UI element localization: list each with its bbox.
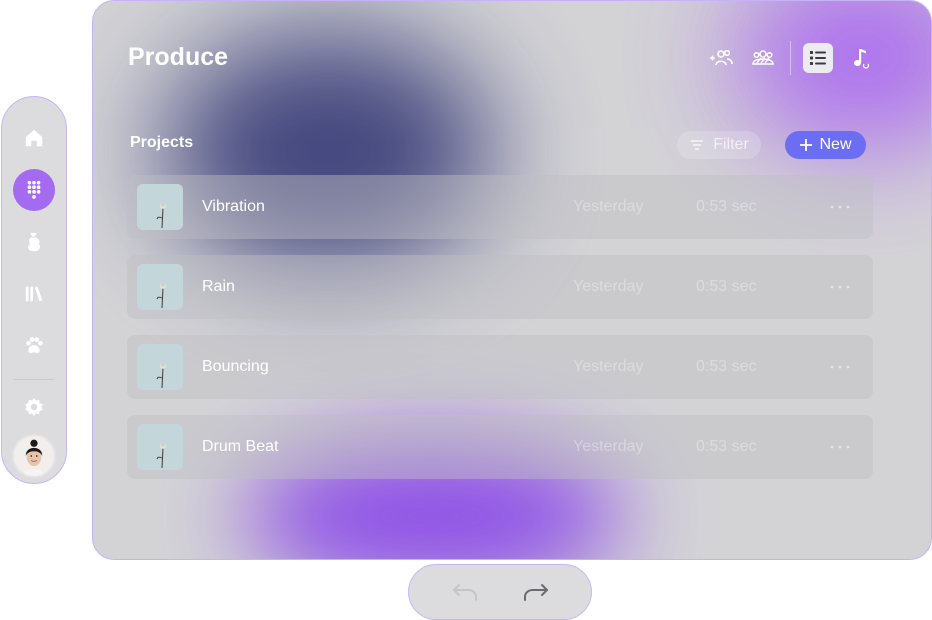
page-title: Produce (128, 43, 229, 71)
filter-label: Filter (713, 136, 749, 153)
music-note-icon[interactable] (845, 43, 875, 73)
project-row[interactable]: Rain Yesterday 0:53 sec (127, 255, 873, 319)
music-bag-icon[interactable] (13, 221, 55, 263)
project-duration: 0:53 sec (696, 198, 757, 215)
bottom-nav (408, 564, 592, 620)
filter-button[interactable]: Filter (677, 131, 761, 159)
project-duration: 0:53 sec (696, 438, 757, 455)
project-date: Yesterday (573, 278, 644, 295)
project-date: Yesterday (573, 438, 644, 455)
section-title: Projects (130, 134, 194, 151)
project-title: Bouncing (202, 358, 269, 375)
project-date: Yesterday (573, 358, 644, 375)
list-view-icon[interactable] (803, 43, 833, 73)
project-row[interactable]: Drum Beat Yesterday 0:53 sec (127, 415, 873, 479)
group-icon[interactable] (748, 43, 778, 73)
avatar[interactable] (12, 434, 56, 478)
undo-icon[interactable] (447, 574, 483, 610)
project-title: Vibration (202, 198, 265, 215)
main-panel: Produce Projects Filter New Vibration Ye… (92, 0, 932, 560)
rail-divider (14, 379, 54, 380)
project-thumbnail (137, 264, 183, 310)
project-thumbnail (137, 344, 183, 390)
project-list: Vibration Yesterday 0:53 sec Rain Yester… (127, 175, 873, 495)
project-row[interactable]: Vibration Yesterday 0:53 sec (127, 175, 873, 239)
more-options-icon[interactable] (827, 357, 853, 377)
home-icon[interactable] (13, 117, 55, 159)
gear-icon[interactable] (13, 386, 55, 428)
project-thumbnail (137, 424, 183, 470)
project-row[interactable]: Bouncing Yesterday 0:53 sec (127, 335, 873, 399)
project-duration: 0:53 sec (696, 358, 757, 375)
redo-icon[interactable] (518, 574, 554, 610)
more-options-icon[interactable] (827, 437, 853, 457)
left-rail (1, 96, 67, 484)
toolbar (706, 41, 875, 75)
new-project-button[interactable]: New (785, 131, 866, 159)
plus-icon (800, 139, 813, 151)
more-options-icon[interactable] (827, 197, 853, 217)
dialpad-icon[interactable] (13, 169, 55, 211)
library-icon[interactable] (13, 273, 55, 315)
more-options-icon[interactable] (827, 277, 853, 297)
project-date: Yesterday (573, 198, 644, 215)
new-label: New (819, 136, 852, 153)
filter-icon (691, 140, 704, 150)
project-thumbnail (137, 184, 183, 230)
add-people-icon[interactable] (706, 43, 736, 73)
project-title: Rain (202, 278, 235, 295)
project-duration: 0:53 sec (696, 278, 757, 295)
background-glow (733, 1, 931, 151)
paw-icon[interactable] (13, 325, 55, 367)
project-title: Drum Beat (202, 438, 279, 455)
toolbar-divider (790, 41, 791, 75)
